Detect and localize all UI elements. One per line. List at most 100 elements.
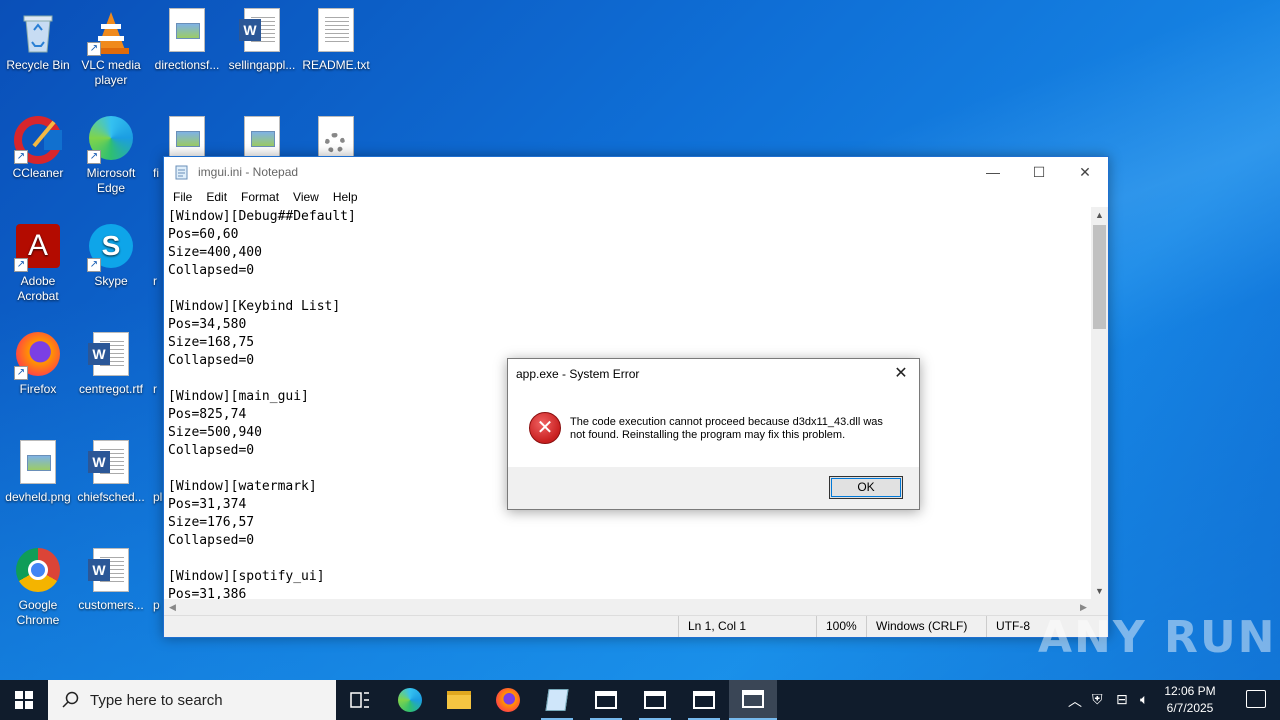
status-position: Ln 1, Col 1 [678,616,816,637]
clock-date: 6/7/2025 [1166,701,1214,715]
desktop-icon-label: devheld.png [5,490,71,504]
notepad-statusbar: Ln 1, Col 1 100% Windows (CRLF) UTF-8 [164,615,1108,637]
scroll-up-icon[interactable]: ▲ [1091,207,1108,223]
taskbar-window-2[interactable] [631,680,679,720]
desktop-icon-devheld[interactable]: devheld.png [0,436,76,505]
desktop-icon-skype[interactable]: S ↗ Skype [73,220,149,289]
scroll-left-icon[interactable]: ◀ [164,599,181,616]
desktop-icon-centregot[interactable]: W centregot.rtf [73,328,149,397]
close-icon[interactable]: ✕ [1062,157,1108,187]
desktop-icon-recycle-bin[interactable]: Recycle Bin [0,4,76,73]
taskbar: Type here to search ︿ ⛨ ⊟ 🔈︎ 12:06 PM 6/… [0,680,1280,720]
desktop-icon-label: README.txt [302,58,370,72]
image-file-icon [163,8,211,56]
app-window-icon [742,690,764,708]
error-icon: ✕ [529,412,561,444]
network-icon[interactable]: ⊟ [1116,691,1128,708]
taskbar-search-box[interactable]: Type here to search [48,680,336,720]
notepad-title: imgui.ini - Notepad [198,165,299,179]
start-button[interactable] [0,680,48,720]
text-file-icon [312,8,360,56]
desktop-icon-ccleaner[interactable]: ↗ CCleaner [0,112,76,181]
task-view-button[interactable] [336,680,384,720]
vertical-scrollbar[interactable]: ▲ ▼ [1091,207,1108,599]
desktop-icon-label: Microsoft Edge [86,166,136,195]
scrollbar-thumb[interactable] [1093,225,1106,329]
desktop-icon-acrobat[interactable]: A ↗ Adobe Acrobat [0,220,76,304]
desktop-icon-label: Recycle Bin [6,58,70,72]
taskbar-window-4-active[interactable] [729,680,777,720]
edge-icon: ↗ [87,116,135,164]
desktop-icon-label: Adobe Acrobat [17,274,59,303]
notepad-icon [545,689,569,711]
shortcut-arrow-icon: ↗ [14,258,28,272]
taskbar-window-1[interactable] [582,680,630,720]
search-icon [62,691,79,708]
image-file-icon [14,440,62,488]
windows-logo-icon [15,691,33,709]
skype-icon: S ↗ [87,224,135,272]
menu-file[interactable]: File [166,190,199,204]
app-window-icon [693,691,715,709]
word-document-icon: W [87,440,135,488]
status-zoom: 100% [816,616,866,637]
acrobat-icon: A ↗ [14,224,62,272]
chrome-icon [14,548,62,596]
horizontal-scrollbar[interactable]: ◀ ▶ [164,599,1092,616]
volume-icon[interactable]: 🔈︎ [1140,691,1148,708]
desktop-icon-edge[interactable]: ↗ Microsoft Edge [73,112,149,196]
taskbar-edge[interactable] [386,680,434,720]
vlc-icon: ↗ [87,8,135,56]
desktop-icon-label: Google Chrome [16,598,60,627]
firefox-icon: ↗ [14,332,62,380]
dialog-title: app.exe - System Error [516,367,640,381]
taskbar-firefox[interactable] [484,680,532,720]
desktop-icon-chiefsched[interactable]: W chiefsched... [73,436,149,505]
desktop-icon-readme[interactable]: README.txt [298,4,374,73]
app-window-icon [595,691,617,709]
app-window-icon [644,691,666,709]
desktop-icon-label: directionsf... [154,58,220,72]
task-view-icon [350,692,369,708]
security-icon[interactable]: ⛨ [1092,691,1103,708]
notification-icon[interactable] [1246,690,1266,708]
desktop-icon-firefox[interactable]: ↗ Firefox [0,328,76,397]
desktop-icon-chrome[interactable]: Google Chrome [0,544,76,628]
menu-edit[interactable]: Edit [199,190,234,204]
menu-view[interactable]: View [286,190,326,204]
notepad-titlebar[interactable]: imgui.ini - Notepad — ☐ ✕ [164,157,1108,187]
anyrun-watermark: ANY RUN [1038,612,1277,663]
taskbar-clock[interactable]: 12:06 PM 6/7/2025 [1160,683,1220,717]
shortcut-arrow-icon: ↗ [14,150,28,164]
shortcut-arrow-icon: ↗ [87,150,101,164]
taskbar-notepad[interactable] [533,680,581,720]
chevron-up-icon[interactable]: ︿ [1068,691,1082,711]
desktop-icon-sellingappl[interactable]: W sellingappl... [224,4,300,73]
desktop-icon-customers[interactable]: W customers... [73,544,149,613]
desktop-icon-directionsf[interactable]: directionsf... [149,4,225,73]
ccleaner-icon: ↗ [14,116,62,164]
desktop-icon-label: CCleaner [12,166,64,180]
taskbar-window-3[interactable] [680,680,728,720]
ok-button[interactable]: OK [829,476,903,499]
clock-time: 12:06 PM [1164,684,1216,698]
menu-format[interactable]: Format [234,190,286,204]
notepad-app-icon [175,165,188,180]
maximize-icon[interactable]: ☐ [1016,157,1062,187]
system-error-dialog[interactable]: app.exe - System Error ✕ ✕ The code exec… [507,358,920,510]
folder-icon [447,691,471,709]
desktop-icon-label: Skype [94,274,128,288]
minimize-icon[interactable]: — [970,157,1016,187]
desktop-icon-vlc[interactable]: ↗ VLC media player [73,4,149,88]
desktop-icon-label: sellingappl... [228,58,296,72]
taskbar-file-explorer[interactable] [435,680,483,720]
word-document-icon: W [238,8,286,56]
desktop-icon-label: customers... [78,598,144,612]
status-line-endings: Windows (CRLF) [866,616,986,637]
scroll-down-icon[interactable]: ▼ [1091,583,1108,599]
close-icon[interactable]: ✕ [889,362,913,386]
desktop-icon-label: Firefox [19,382,57,396]
shortcut-arrow-icon: ↗ [87,258,101,272]
menu-help[interactable]: Help [326,190,365,204]
recycle-bin-icon [14,8,62,56]
